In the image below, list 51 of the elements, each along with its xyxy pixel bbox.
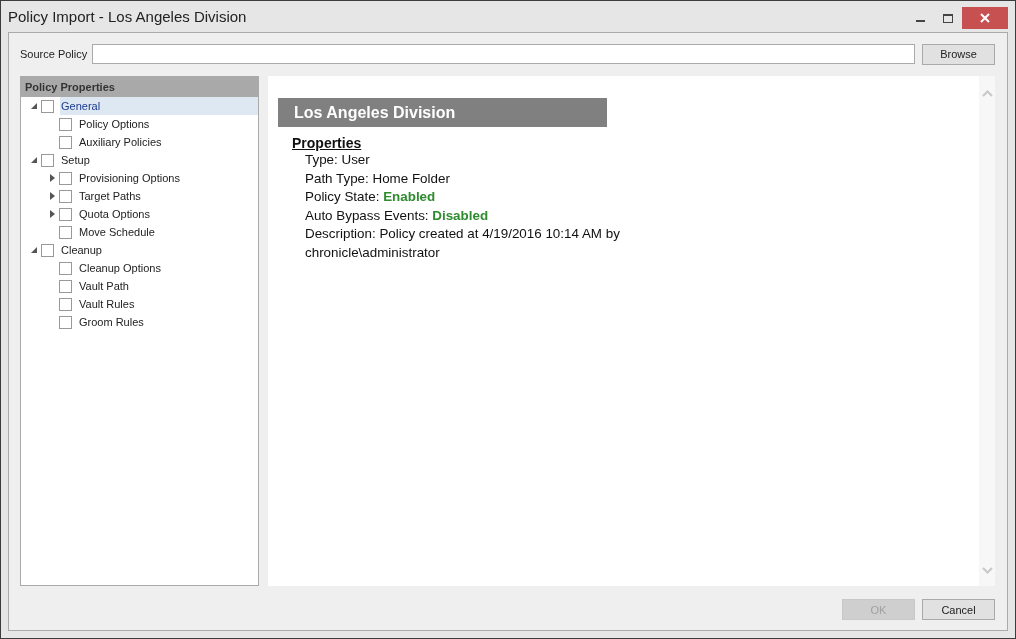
property-line: Auto Bypass Events: Disabled xyxy=(305,206,490,225)
tree-checkbox[interactable] xyxy=(41,99,54,113)
tree-checkbox[interactable] xyxy=(41,153,54,167)
scroll-up-icon[interactable] xyxy=(981,90,993,97)
tree-item[interactable]: Target Paths xyxy=(78,187,258,205)
scrollbar[interactable] xyxy=(979,76,995,586)
division-heading: Los Angeles Division xyxy=(278,98,607,127)
tree-checkbox[interactable] xyxy=(59,189,72,203)
tree-checkbox[interactable] xyxy=(59,117,72,131)
property-line: Description: Policy created at 4/19/2016 10:14 AM by chronicle\administrator xyxy=(305,225,621,262)
tree-checkbox[interactable] xyxy=(41,243,54,257)
property-line: Type: User xyxy=(305,151,371,169)
collapsed-triangle-icon[interactable] xyxy=(49,174,55,182)
tree-checkbox[interactable] xyxy=(59,315,72,329)
tree-item[interactable]: Cleanup Options xyxy=(78,259,258,277)
tree-item[interactable]: Vault Rules xyxy=(78,295,258,313)
tree-item[interactable]: Vault Path xyxy=(78,277,258,295)
source-policy-field[interactable] xyxy=(92,44,915,64)
tree-header: Policy Properties xyxy=(21,77,258,97)
maximize-icon xyxy=(943,13,953,23)
collapsed-triangle-icon[interactable] xyxy=(49,210,55,218)
expanded-triangle-icon[interactable] xyxy=(31,157,37,163)
expanded-triangle-icon[interactable] xyxy=(31,103,37,109)
tree-item[interactable]: Auxiliary Policies xyxy=(78,133,258,151)
close-button[interactable] xyxy=(962,7,1008,29)
property-line: Policy State: Enabled xyxy=(305,188,437,206)
tree-item[interactable]: Provisioning Options xyxy=(78,169,258,187)
browse-button[interactable]: Browse xyxy=(922,43,995,65)
tree-checkbox[interactable] xyxy=(59,225,72,239)
tree-checkbox[interactable] xyxy=(59,171,72,185)
source-policy-label: Source Policy xyxy=(20,48,88,60)
tree-item[interactable]: Move Schedule xyxy=(78,223,258,241)
collapsed-triangle-icon[interactable] xyxy=(49,192,55,200)
close-icon xyxy=(980,13,990,23)
tree-checkbox[interactable] xyxy=(59,261,72,275)
property-line: Path Type: Home Folder xyxy=(305,169,451,188)
window-title: Policy Import - Los Angeles Division xyxy=(8,8,248,25)
tree-item[interactable]: Quota Options xyxy=(78,205,258,223)
tree-checkbox[interactable] xyxy=(59,297,72,311)
tree-checkbox[interactable] xyxy=(59,135,72,149)
scroll-down-icon[interactable] xyxy=(981,567,993,574)
dialog-button[interactable]: Cancel xyxy=(922,599,995,620)
expanded-triangle-icon[interactable] xyxy=(31,247,37,253)
tree-checkbox[interactable] xyxy=(59,207,72,221)
tree-item[interactable]: Policy Options xyxy=(78,115,258,133)
tree-item[interactable]: Cleanup xyxy=(60,241,258,259)
tree-item[interactable]: Setup xyxy=(60,151,258,169)
tree-checkbox[interactable] xyxy=(59,279,72,293)
properties-heading: Properties xyxy=(292,135,363,151)
tree-item[interactable]: General xyxy=(60,97,258,115)
tree-item[interactable]: Groom Rules xyxy=(78,313,258,331)
